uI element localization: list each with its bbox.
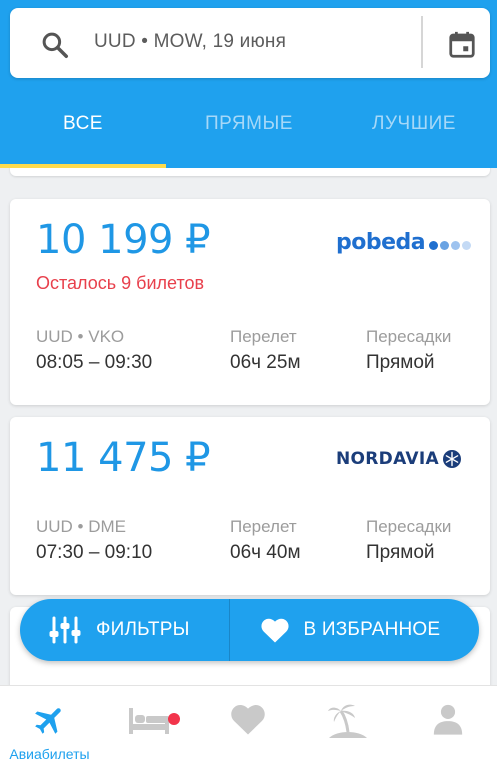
route-airports: UUD • VKO [36, 327, 125, 346]
route-column: UUD • VKO 08:05 – 09:30 [36, 327, 152, 374]
action-bar: ФИЛЬТРЫ В ИЗБРАННОЕ [20, 599, 479, 661]
bottom-navigation: Авиабилеты [0, 685, 497, 769]
ticket-price: 10 199 ₽ [36, 217, 211, 263]
transfers-label: Пересадки [366, 517, 452, 536]
heart-icon [230, 705, 265, 735]
tab-best[interactable]: ЛУЧШИЕ [331, 92, 497, 168]
heart-icon [260, 618, 289, 643]
search-divider [421, 16, 423, 68]
duration-column: Перелет 06ч 25м [230, 327, 301, 374]
transfers-label: Пересадки [366, 327, 452, 346]
transfers-column: Пересадки Прямой [366, 517, 451, 564]
search-query[interactable]: UUD • MOW, 19 июня [94, 31, 286, 53]
flight-times: 08:05 – 09:30 [36, 352, 153, 373]
calendar-icon[interactable] [447, 30, 477, 60]
tickets-left-warning: Осталось 9 билетов [36, 273, 205, 293]
nav-flights-label: Авиабилеты [9, 746, 90, 762]
nav-trips[interactable] [298, 686, 397, 769]
ticket-card-partial[interactable] [10, 168, 490, 176]
plane-icon [34, 708, 61, 734]
search-bar[interactable]: UUD • MOW, 19 июня [10, 8, 490, 78]
duration-value: 06ч 40м [230, 542, 301, 563]
sliders-icon [49, 616, 81, 644]
route-column: UUD • DME 07:30 – 09:10 [36, 517, 152, 564]
duration-value: 06ч 25м [230, 352, 301, 373]
notification-badge [168, 713, 180, 725]
tab-all[interactable]: ВСЕ [0, 92, 166, 168]
route-airports: UUD • DME [36, 517, 127, 536]
nav-profile[interactable] [398, 686, 497, 769]
snowflake-icon [442, 450, 461, 468]
ticket-card[interactable]: 10 199 ₽ pobeda Осталось 9 билетов UUD •… [10, 199, 490, 405]
duration-column: Перелет 06ч 40м [230, 517, 301, 564]
transfers-column: Пересадки Прямой [366, 327, 451, 374]
transfers-value: Прямой [366, 352, 435, 373]
filters-label: ФИЛЬТРЫ [96, 619, 190, 640]
ticket-card[interactable]: 11 475 ₽ NORDAVIA UUD • DME 07:30 – 09:1… [10, 417, 490, 595]
palm-island-icon [327, 704, 367, 738]
duration-label: Перелет [230, 327, 297, 346]
tab-direct[interactable]: ПРЯМЫЕ [166, 92, 332, 168]
transfers-value: Прямой [366, 542, 435, 563]
app-header: UUD • MOW, 19 июня ВСЕ ПРЯМЫЕ ЛУЧШИЕ [0, 0, 497, 168]
hotel-bed-icon [128, 708, 169, 734]
nav-hotels[interactable] [99, 686, 198, 769]
nordavia-logo: NORDAVIA [336, 449, 462, 469]
ticket-price: 11 475 ₽ [36, 435, 211, 481]
profile-icon [433, 704, 462, 735]
duration-label: Перелет [230, 517, 297, 536]
pobeda-logo: pobeda [336, 228, 472, 256]
search-icon[interactable] [40, 30, 70, 60]
favorites-label: В ИЗБРАННОЕ [303, 619, 441, 640]
tab-bar: ВСЕ ПРЯМЫЕ ЛУЧШИЕ [0, 92, 497, 168]
filters-button[interactable]: ФИЛЬТРЫ [20, 599, 229, 661]
add-to-favorites-button[interactable]: В ИЗБРАННОЕ [230, 599, 479, 661]
nav-favorites[interactable] [198, 686, 297, 769]
nav-flights[interactable]: Авиабилеты [0, 686, 99, 769]
flight-times: 07:30 – 09:10 [36, 542, 153, 563]
